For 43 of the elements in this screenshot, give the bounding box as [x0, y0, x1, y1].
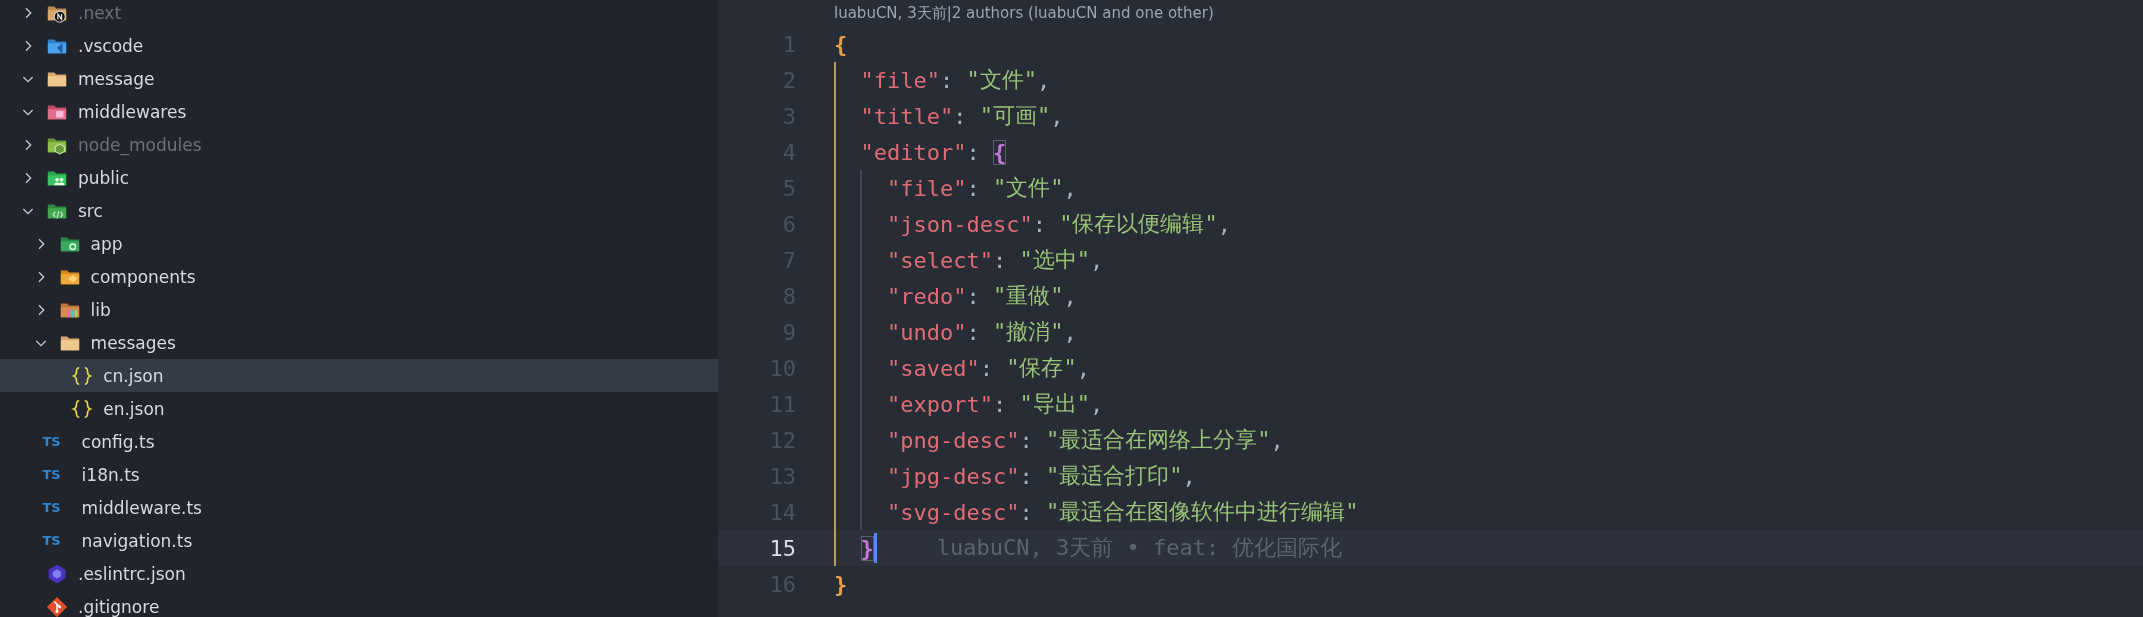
text-cursor — [873, 533, 877, 563]
code-line: "select": "选中", — [834, 242, 1104, 278]
folder-row[interactable]: lib — [0, 293, 718, 326]
file-type-label: TS — [42, 467, 61, 482]
file-row[interactable]: .eslintrc.json — [0, 557, 718, 590]
code-line: "file": "文件", — [834, 170, 1077, 206]
code-line: "json-desc": "保存以便编辑", — [834, 206, 1231, 242]
folder-row[interactable]: middlewares — [0, 95, 718, 128]
file-type-label: TS — [42, 533, 61, 548]
code-line: "jpg-desc": "最适合打印", — [834, 458, 1196, 494]
file-row[interactable]: TS config.ts — [0, 425, 718, 458]
codelens-text[interactable]: luabuCN, 3天前|2 authors (luabuCN and one other) — [834, 0, 2143, 26]
file-type-label: TS — [42, 434, 61, 449]
file-type-label: TS — [42, 500, 61, 515]
code-line: "file": "文件", — [834, 62, 1051, 98]
folder-row[interactable]: components — [0, 260, 718, 293]
file-row[interactable]: TS middleware.ts — [0, 491, 718, 524]
code-line: "redo": "重做", — [834, 278, 1077, 314]
file-row[interactable]: cn.json — [0, 359, 718, 392]
code-line: } — [834, 570, 848, 599]
code-line: "export": "导出", — [834, 386, 1104, 422]
braces-icon — [71, 364, 94, 387]
code-line: } — [834, 530, 877, 566]
braces-icon — [71, 397, 94, 420]
code-line: "title": "可画", — [834, 98, 1064, 134]
folder-row[interactable]: .vscode — [0, 29, 718, 62]
folder-row[interactable]: message — [0, 62, 718, 95]
folder-row[interactable]: src — [0, 194, 718, 227]
git-icon — [46, 595, 68, 617]
code-line: "saved": "保存", — [834, 350, 1090, 386]
folder-row[interactable]: app — [0, 227, 718, 260]
file-row[interactable]: TS i18n.ts — [0, 458, 718, 491]
file-row[interactable]: .gitignore — [0, 590, 718, 617]
folder-row[interactable]: messages — [0, 326, 718, 359]
folder-row[interactable]: public — [0, 161, 718, 194]
code-line: { — [834, 30, 848, 59]
file-row[interactable]: en.json — [0, 392, 718, 425]
code-line: "svg-desc": "最适合在图像软件中进行编辑" — [834, 494, 1359, 530]
hexagon-icon — [46, 562, 68, 585]
code-line: "png-desc": "最适合在网络上分享", — [834, 422, 1284, 458]
code-line: "editor": { — [834, 134, 1007, 170]
code-line: "undo": "撤消", — [834, 314, 1077, 350]
file-row[interactable]: TS navigation.ts — [0, 524, 718, 557]
